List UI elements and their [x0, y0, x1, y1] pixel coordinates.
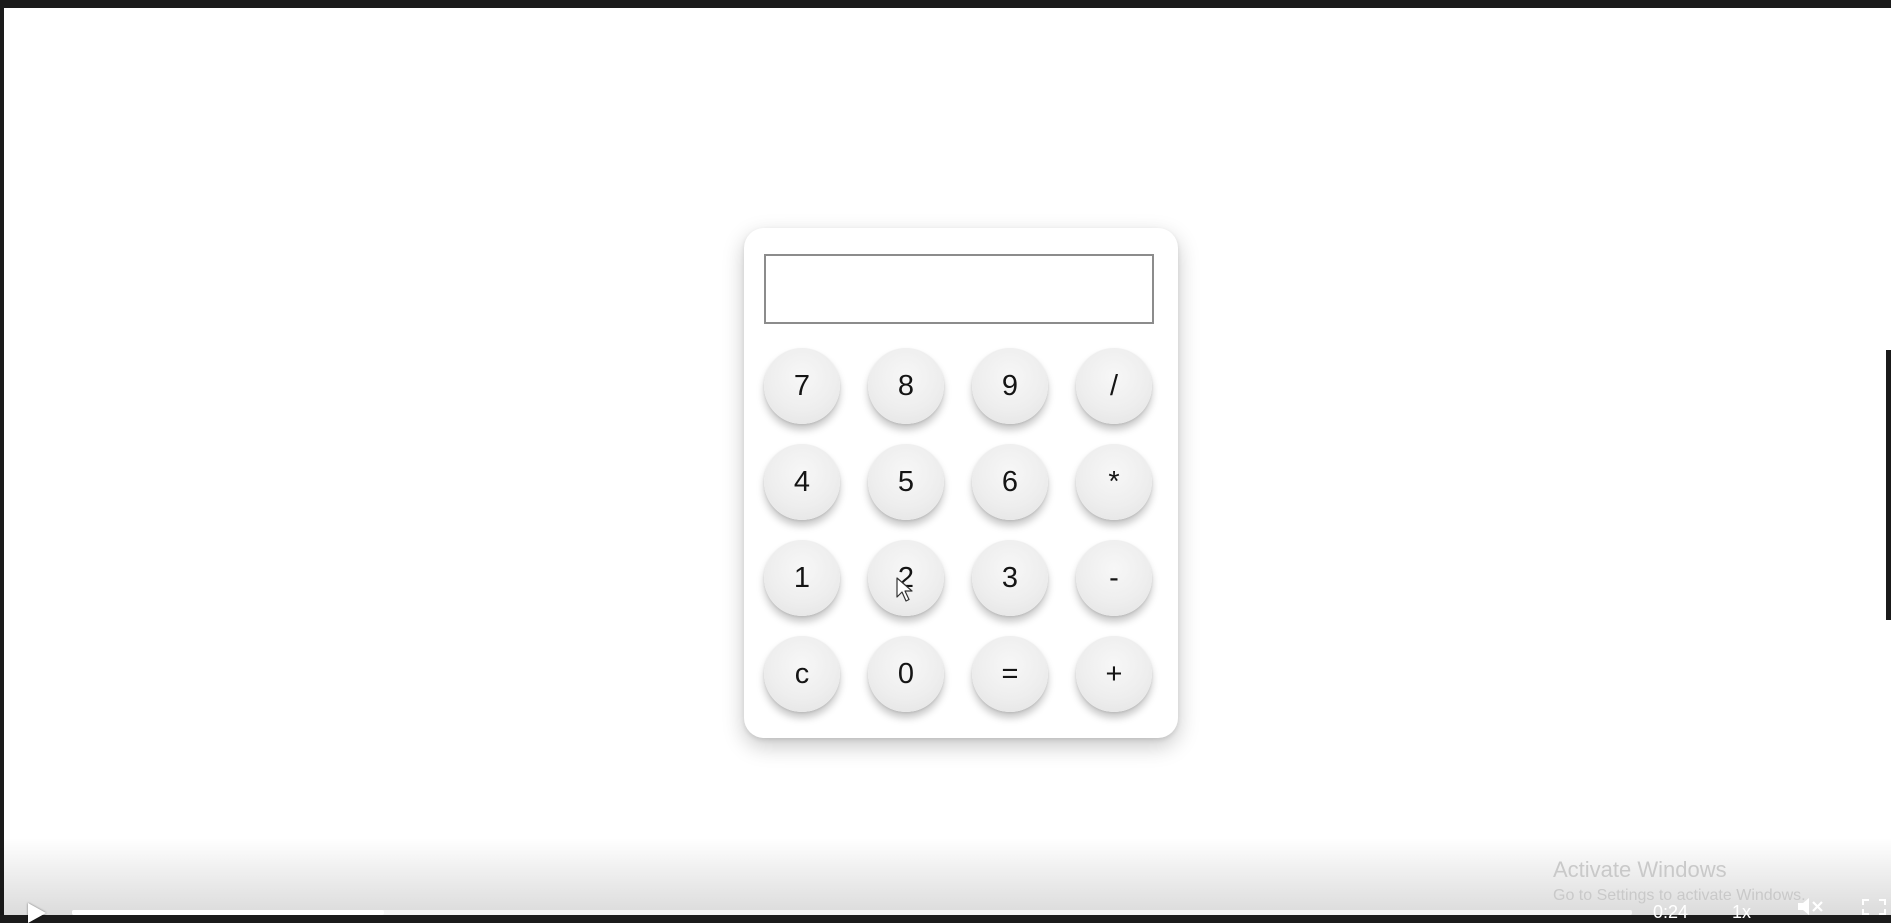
key-4-button[interactable]: 4: [764, 444, 840, 520]
key-clear-button[interactable]: c: [764, 636, 840, 712]
play-icon[interactable]: [28, 903, 46, 923]
key-3-button[interactable]: 3: [972, 540, 1048, 616]
fullscreen-icon[interactable]: [1862, 899, 1886, 915]
volume-muted-icon[interactable]: [1796, 898, 1826, 915]
video-progress-fill: [72, 910, 384, 915]
video-time: 0:24: [1653, 902, 1689, 922]
calculator-keypad: 7 8 9/4 5 6 * 1 2 3- c 0 = +: [764, 348, 1156, 712]
key-8-button[interactable]: 8: [868, 348, 944, 424]
calculator-display[interactable]: [764, 254, 1154, 324]
video-progress-bar[interactable]: [72, 910, 1632, 915]
watermark-title: Activate Windows: [1553, 857, 1727, 882]
key-7-button[interactable]: 7: [764, 348, 840, 424]
key-multiply-button[interactable]: *: [1076, 444, 1152, 520]
key-6-button[interactable]: 6: [972, 444, 1048, 520]
key-0-button[interactable]: 0: [868, 636, 944, 712]
activate-windows-watermark: Activate Windows Go to Settings to activ…: [1553, 857, 1806, 906]
key-subtract-button[interactable]: -: [1076, 540, 1152, 616]
key-5-button[interactable]: 5: [868, 444, 944, 520]
playback-speed-button[interactable]: 1x: [1732, 902, 1751, 923]
mouse-pointer-icon: [896, 577, 913, 602]
browser-viewport: 7 8 9/4 5 6 * 1 2 3- c 0 = +: [4, 8, 1891, 915]
key-add-button[interactable]: +: [1076, 636, 1152, 712]
key-divide-button[interactable]: /: [1076, 348, 1152, 424]
scrollbar-edge: [1886, 350, 1891, 620]
calculator: 7 8 9/4 5 6 * 1 2 3- c 0 = +: [744, 228, 1178, 738]
key-9-button[interactable]: 9: [972, 348, 1048, 424]
key-1-button[interactable]: 1: [764, 540, 840, 616]
key-equals-button[interactable]: =: [972, 636, 1048, 712]
